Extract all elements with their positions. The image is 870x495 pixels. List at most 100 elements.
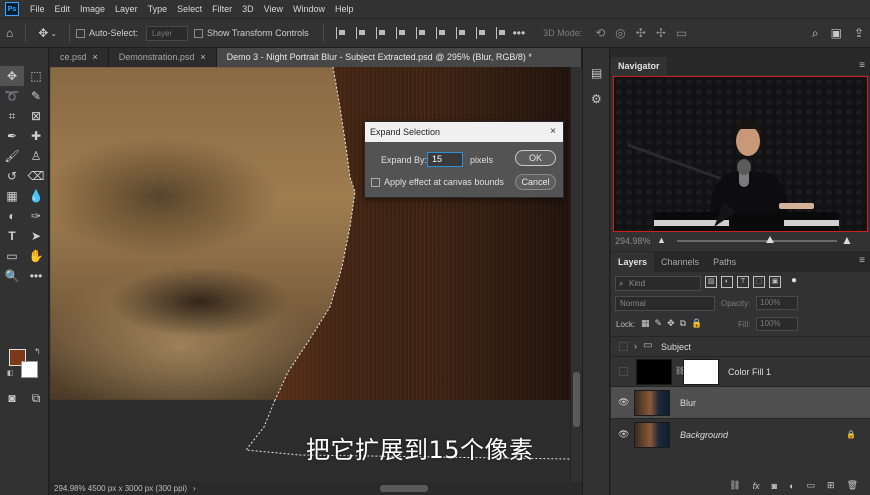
layer-filter-dropdown[interactable]: ⌕ Kind <box>615 276 701 291</box>
brush-tool-icon[interactable]: 🖌 <box>0 146 24 166</box>
marquee-tool-icon[interactable]: ⬚ <box>24 66 48 86</box>
fx-icon[interactable]: fx <box>753 481 760 491</box>
pen-tool-icon[interactable]: ✑ <box>24 206 48 226</box>
close-icon[interactable]: × <box>200 52 205 62</box>
zoom-tool-icon[interactable]: 🔍 <box>0 266 24 286</box>
canvas-bounds-checkbox[interactable]: Apply effect at canvas bounds <box>371 177 504 187</box>
menu-help[interactable]: Help <box>330 0 359 18</box>
slide-3d-icon[interactable]: ✢ <box>656 26 666 40</box>
checkbox-box[interactable] <box>76 28 86 38</box>
history-panel-icon[interactable]: ▤ <box>591 66 602 80</box>
align-center-icon[interactable] <box>355 27 367 39</box>
pixel-filter-icon[interactable]: ▨ <box>705 276 717 288</box>
smart-object-filter-icon[interactable]: ▣ <box>769 276 781 288</box>
new-layer-icon[interactable]: ⊞ <box>827 480 835 491</box>
new-group-icon[interactable]: ▭ <box>807 480 816 491</box>
default-colors-icon[interactable]: ◧ <box>7 369 14 377</box>
vertical-scrollbar[interactable] <box>570 67 582 482</box>
panel-menu-icon[interactable]: ≡ <box>859 255 865 266</box>
checkbox-box[interactable] <box>194 28 204 38</box>
lasso-tool-icon[interactable]: ➰ <box>0 86 24 106</box>
path-selection-tool-icon[interactable]: ➤ <box>24 226 48 246</box>
type-tool-icon[interactable]: T <box>0 226 24 246</box>
fill-input[interactable]: 100% <box>756 317 798 331</box>
tab-channels[interactable]: Channels <box>654 252 706 272</box>
more-options-icon[interactable]: ••• <box>513 26 526 40</box>
type-filter-icon[interactable]: T <box>737 276 749 288</box>
more-tools-icon[interactable]: ••• <box>24 266 48 286</box>
eraser-tool-icon[interactable]: ⌫ <box>24 166 48 186</box>
search-icon[interactable]: ⌕ <box>812 26 819 41</box>
shape-filter-icon[interactable]: ⬚ <box>753 276 765 288</box>
gradient-tool-icon[interactable]: ▦ <box>0 186 24 206</box>
distribute-horizontal-icon[interactable] <box>475 27 487 39</box>
opacity-input[interactable]: 100% <box>756 296 798 310</box>
lock-position-icon[interactable]: ✥ <box>667 318 675 329</box>
auto-select-dropdown[interactable]: Layer <box>146 25 189 41</box>
checkbox-box[interactable] <box>371 177 380 187</box>
distribute-vertical-icon[interactable] <box>495 27 507 39</box>
visibility-toggle[interactable] <box>619 342 628 351</box>
crop-tool-icon[interactable]: ⌗ <box>0 106 24 126</box>
expand-by-input[interactable]: 15 <box>427 152 463 167</box>
auto-select-checkbox[interactable]: Auto-Select: <box>76 28 138 38</box>
layer-name[interactable]: Background <box>680 430 728 440</box>
zoom-slider[interactable] <box>677 236 837 243</box>
move-tool-icon[interactable]: ✥ <box>38 26 48 40</box>
distribute-icon[interactable] <box>455 27 467 39</box>
menu-3d[interactable]: 3D <box>237 0 259 18</box>
menu-layer[interactable]: Layer <box>110 0 143 18</box>
chevron-right-icon[interactable]: › <box>193 484 196 493</box>
visibility-toggle[interactable] <box>619 367 628 376</box>
dodge-tool-icon[interactable]: ◐ <box>0 206 24 226</box>
menu-window[interactable]: Window <box>288 0 330 18</box>
hand-tool-icon[interactable]: ✋ <box>24 246 48 266</box>
move-tool-icon[interactable]: ✥ <box>0 66 24 86</box>
navigator-preview[interactable] <box>613 76 868 232</box>
layer-name[interactable]: Blur <box>680 398 696 408</box>
dialog-title-bar[interactable]: Expand Selection × <box>365 122 563 142</box>
mask-thumbnail[interactable] <box>683 359 719 385</box>
adjustment-filter-icon[interactable]: ◐ <box>721 276 733 288</box>
eyedropper-tool-icon[interactable]: ✒ <box>0 126 24 146</box>
blend-mode-dropdown[interactable]: Normal <box>615 296 715 311</box>
ok-button[interactable]: OK <box>515 150 556 166</box>
rectangle-tool-icon[interactable]: ▭ <box>0 246 24 266</box>
zoom-out-icon[interactable]: ▲ <box>657 235 666 245</box>
clone-stamp-tool-icon[interactable]: ♙ <box>24 146 48 166</box>
tab-document[interactable]: ce.psd × <box>50 48 109 67</box>
menu-select[interactable]: Select <box>172 0 207 18</box>
eye-icon[interactable]: 👁 <box>618 397 629 408</box>
lock-transparent-icon[interactable]: ▦ <box>641 318 650 329</box>
screen-mode-icon[interactable]: ⧉ <box>24 388 48 408</box>
menu-filter[interactable]: Filter <box>207 0 237 18</box>
panel-menu-icon[interactable]: ≡ <box>859 60 865 71</box>
menu-edit[interactable]: Edit <box>50 0 76 18</box>
lock-artboard-icon[interactable]: ⧉ <box>680 318 686 329</box>
history-brush-tool-icon[interactable]: ↺ <box>0 166 24 186</box>
menu-type[interactable]: Type <box>143 0 173 18</box>
align-top-icon[interactable] <box>395 27 407 39</box>
horizontal-scrollbar-thumb[interactable] <box>380 485 428 492</box>
roll-3d-icon[interactable]: ◎ <box>615 26 625 40</box>
quick-selection-tool-icon[interactable]: ✎ <box>24 86 48 106</box>
quick-mask-icon[interactable]: ◙ <box>0 388 24 408</box>
navigator-zoom-value[interactable]: 294.98% <box>615 236 651 246</box>
cancel-button[interactable]: Cancel <box>515 174 556 190</box>
menu-file[interactable]: File <box>25 0 50 18</box>
healing-brush-tool-icon[interactable]: ✚ <box>24 126 48 146</box>
align-right-icon[interactable] <box>375 27 387 39</box>
add-mask-icon[interactable]: ◙ <box>772 481 777 491</box>
home-icon[interactable]: ⌂ <box>6 26 13 40</box>
tab-navigator[interactable]: Navigator <box>611 57 667 75</box>
layer-name[interactable]: Subject <box>661 342 691 352</box>
layer-row-subject[interactable]: › ▭ Subject <box>611 336 870 356</box>
trash-icon[interactable]: 🗑 <box>847 480 858 491</box>
chevron-right-icon[interactable]: › <box>634 341 637 351</box>
zoom-in-icon[interactable]: ▲ <box>841 233 853 247</box>
swap-colors-icon[interactable]: ↰ <box>34 347 41 356</box>
frame-tool-icon[interactable]: ⊠ <box>24 106 48 126</box>
properties-panel-icon[interactable]: ⚙ <box>591 92 602 106</box>
close-icon[interactable]: × <box>550 122 556 142</box>
scale-3d-icon[interactable]: ▭ <box>676 26 687 40</box>
